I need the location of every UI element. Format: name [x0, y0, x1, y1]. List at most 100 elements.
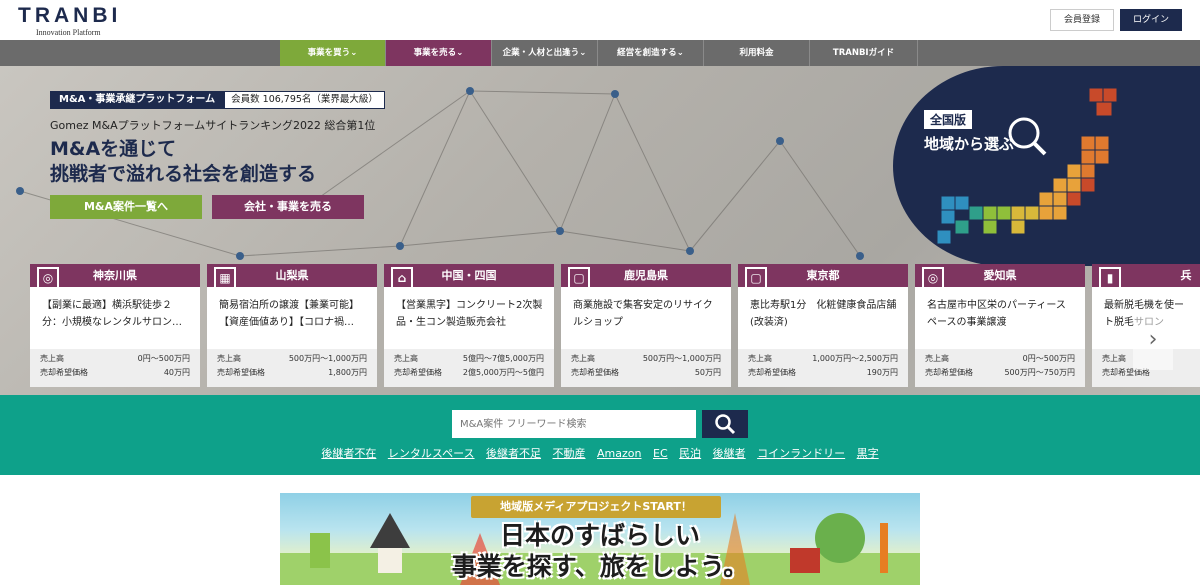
- card-title: 恵比寿駅1分 化粧健康食品店舗(改装済): [750, 300, 897, 328]
- sales-label: 売上高: [925, 354, 949, 363]
- card-region-label: 中国・四国: [441, 269, 497, 282]
- keyword-link[interactable]: 不動産: [553, 447, 586, 460]
- hero-tag-row: M&A・事業承継プラットフォーム 会員数 106,795名（業界最大級）: [50, 91, 385, 109]
- nav-meet[interactable]: 企業・人材と出逢う⌄: [492, 40, 598, 66]
- logo-text: TRANBI: [18, 4, 122, 27]
- lipstick-icon: ▮: [1099, 267, 1121, 289]
- region-badge: 全国版: [923, 109, 974, 130]
- carousel-next-icon[interactable]: ›: [1133, 310, 1173, 370]
- keyword-link[interactable]: Amazon: [597, 447, 641, 460]
- search-button[interactable]: [702, 410, 748, 438]
- nav-buy-label: 事業を買う: [307, 48, 351, 58]
- card-region-label: 神奈川県: [93, 269, 137, 282]
- tranbi-logo[interactable]: TRANBI Innovation Platform: [18, 4, 121, 37]
- chevron-down-icon: ⌄: [456, 48, 464, 58]
- keyword-link[interactable]: EC: [653, 447, 668, 460]
- price-label: 売却希望価格: [748, 368, 796, 377]
- case-card[interactable]: ◎ 神奈川県 【副業に最適】横浜駅徒歩２分：小規模なレンタルサロン… 売上高 0円〜…: [30, 264, 200, 387]
- sales-label: 売上高: [1102, 354, 1126, 363]
- card-figures: 売上高 500万円〜1,000万円 売却希望価格 1,800万円: [207, 349, 377, 387]
- price-label: 売却希望価格: [925, 368, 973, 377]
- nav-pricing[interactable]: 利用料金: [704, 40, 810, 66]
- sales-label: 売上高: [394, 354, 418, 363]
- case-card[interactable]: ⌂ 中国・四国 【営業黒字】コンクリート2次製品・生コン製造販売会社 売上高 5億円…: [384, 264, 554, 387]
- sales-label: 売上高: [40, 354, 64, 363]
- price-label: 売却希望価格: [571, 368, 619, 377]
- keyword-link[interactable]: コインランドリー: [757, 447, 845, 460]
- nav-create-label: 経営を創造する: [617, 48, 677, 58]
- keyword-link[interactable]: 後継者不足: [486, 447, 541, 460]
- banner-copy-line1: 日本のすばらしい: [499, 521, 700, 550]
- price-value: 50万円: [694, 368, 721, 377]
- nav-buy[interactable]: 事業を買う⌄: [280, 40, 386, 66]
- card-region: ◎ 神奈川県: [30, 264, 200, 289]
- nav-guide-label: TRANBIガイド: [832, 48, 895, 58]
- sales-value: 5億円〜7億5,000万円: [462, 354, 544, 363]
- ranking-text: Gomez M&Aプラットフォームサイトランキング2022 総合第1位: [50, 119, 376, 132]
- card-region: ▢ 東京都: [738, 264, 908, 289]
- banner-copy-line2: 事業を探す、旅をしよう。: [451, 552, 749, 581]
- sell-business-button[interactable]: 会社・事業を売る: [212, 195, 364, 219]
- case-card[interactable]: ▦ 山梨県 簡易宿泊所の譲渡【兼業可能】【資産価値あり】【コロナ禍… 売上高 500…: [207, 264, 377, 387]
- sales-label: 売上高: [571, 354, 595, 363]
- price-value: 2億5,000万円〜5億円: [462, 368, 544, 377]
- globe-icon: ◎: [922, 267, 944, 289]
- main-nav: 事業を買う⌄ 事業を売る⌄ 企業・人材と出逢う⌄ 経営を創造する⌄ 利用料金 T…: [0, 40, 1200, 66]
- nav-meet-label: 企業・人材と出逢う: [502, 48, 580, 58]
- keyword-link[interactable]: 後継者: [713, 447, 746, 460]
- banner-copy: 日本のすばらしい 事業を探す、旅をしよう。: [450, 520, 750, 582]
- card-figures: 売上高 500万円〜1,000万円 売却希望価格 50万円: [561, 349, 731, 387]
- nav-sell-label: 事業を売る: [413, 48, 457, 58]
- price-label: 売却希望価格: [394, 368, 442, 377]
- banner-headline: 地域版メディアプロジェクトSTART！: [471, 496, 721, 518]
- card-region-label: 東京都: [806, 269, 840, 282]
- region-select-panel[interactable]: 全国版 地域から選ぶ: [893, 66, 1200, 266]
- nav-create[interactable]: 経営を創造する⌄: [598, 40, 704, 66]
- nav-guide[interactable]: TRANBIガイド: [810, 40, 918, 66]
- nav-sell[interactable]: 事業を売る⌄: [386, 40, 492, 66]
- card-title: 名古屋市中区栄のパーティースペースの事業譲渡: [927, 300, 1066, 328]
- chevron-down-icon: ⌄: [579, 48, 587, 58]
- card-region: ▦ 山梨県: [207, 264, 377, 289]
- card-region: ◎ 愛知県: [915, 264, 1085, 289]
- hero-title-line2: 挑戦者で溢れる社会を創造する: [50, 163, 317, 185]
- regional-media-banner[interactable]: 地域版メディアプロジェクトSTART！ 日本のすばらしい 事業を探す、旅をしよう…: [280, 493, 920, 585]
- hero-title: M&Aを通じて 挑戦者で溢れる社会を創造する: [50, 137, 316, 187]
- nav-pricing-label: 利用料金: [739, 48, 774, 58]
- price-value: 190万円: [866, 368, 898, 377]
- price-value: 500万円〜750万円: [1004, 368, 1075, 377]
- sales-value: 500万円〜1,000万円: [642, 354, 721, 363]
- price-label: 売却希望価格: [217, 368, 265, 377]
- member-count: 会員数 106,795名（業界最大級）: [224, 91, 385, 109]
- keyword-link[interactable]: 黒字: [857, 447, 879, 460]
- search-section: 後継者不在 レンタルスペース 後継者不足 不動産 Amazon EC 民泊 後継…: [0, 395, 1200, 475]
- case-card[interactable]: ▢ 鹿児島県 商業施設で集客安定のリサイクルショップ 売上高 500万円〜1,000…: [561, 264, 731, 387]
- card-title: 商業施設で集客安定のリサイクルショップ: [573, 300, 713, 328]
- register-icon: ▦: [214, 267, 236, 289]
- sales-value: 500万円〜1,000万円: [288, 354, 367, 363]
- card-title: 簡易宿泊所の譲渡【兼業可能】【資産価値あり】【コロナ禍…: [219, 300, 359, 328]
- card-title: 【営業黒字】コンクリート2次製品・生コン製造販売会社: [396, 300, 543, 328]
- keyword-link[interactable]: レンタルスペース: [388, 447, 475, 460]
- sales-value: 0円〜500万円: [137, 354, 190, 363]
- case-card[interactable]: ▢ 東京都 恵比寿駅1分 化粧健康食品店舗(改装済) 売上高 1,000万円〜2,5…: [738, 264, 908, 387]
- factory-icon: ⌂: [391, 267, 413, 289]
- card-figures: 売上高 0円〜500万円 売却希望価格 500万円〜750万円: [915, 349, 1085, 387]
- logo-tagline: Innovation Platform: [36, 28, 101, 37]
- card-region: ▮ 兵: [1092, 264, 1200, 289]
- login-button[interactable]: ログイン: [1120, 9, 1182, 31]
- keyword-link[interactable]: 民泊: [679, 447, 701, 460]
- card-region: ▢ 鹿児島県: [561, 264, 731, 289]
- case-card[interactable]: ◎ 愛知県 名古屋市中区栄のパーティースペースの事業譲渡 売上高 0円〜500万円 …: [915, 264, 1085, 387]
- card-region-label: 鹿児島県: [624, 269, 668, 282]
- card-title: 【副業に最適】横浜駅徒歩２分：小規模なレンタルサロン…: [42, 300, 182, 328]
- card-figures: 売上高 0円〜500万円 売却希望価格 40万円: [30, 349, 200, 387]
- keyword-link[interactable]: 後継者不在: [321, 447, 376, 460]
- register-button[interactable]: 会員登録: [1050, 9, 1114, 31]
- case-list-button[interactable]: M&A案件一覧へ: [50, 195, 202, 219]
- hero-section: M&A・事業承継プラットフォーム 会員数 106,795名（業界最大級） Gom…: [0, 66, 1200, 395]
- search-input[interactable]: [452, 410, 696, 438]
- bag-icon: ▢: [568, 267, 590, 289]
- bag-icon: ▢: [745, 267, 767, 289]
- japan-map-icon: [893, 66, 1200, 266]
